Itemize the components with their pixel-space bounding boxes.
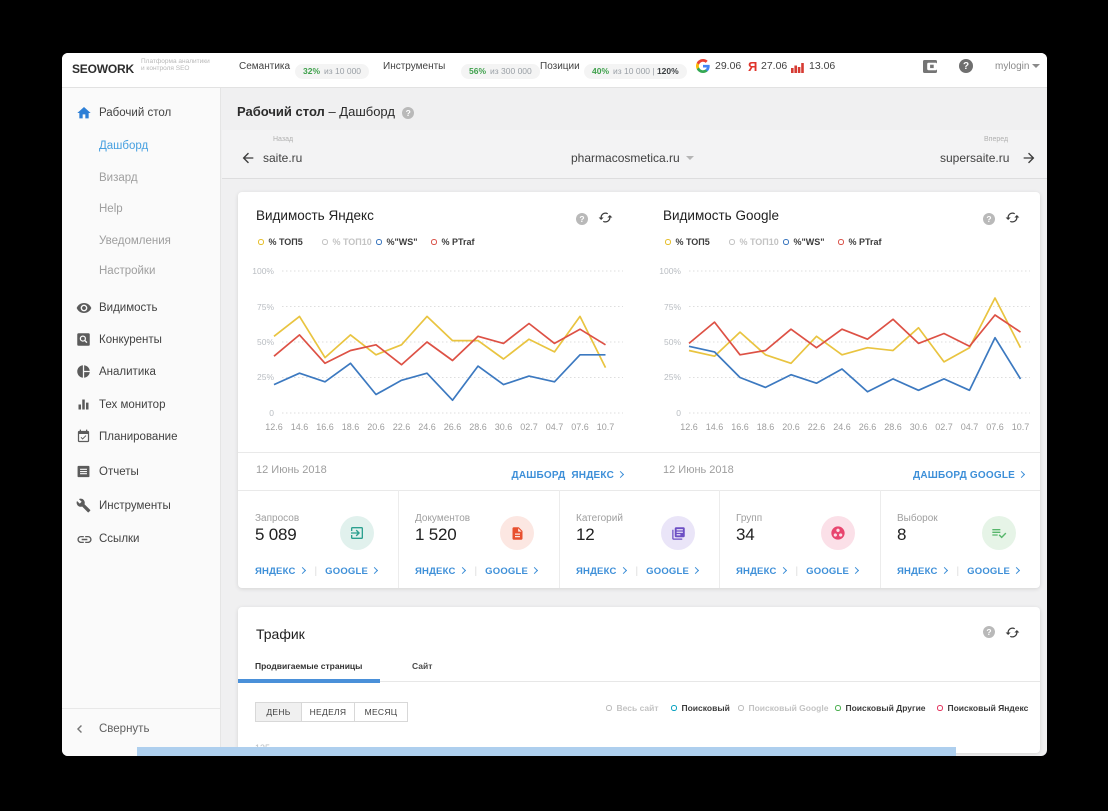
svg-text:0: 0 xyxy=(676,408,681,418)
svg-text:28.6: 28.6 xyxy=(469,422,487,432)
svg-text:75%: 75% xyxy=(257,302,274,312)
svg-text:07.6: 07.6 xyxy=(986,422,1004,432)
svg-text:0: 0 xyxy=(269,408,274,418)
svg-text:100%: 100% xyxy=(252,266,274,276)
svg-text:22.6: 22.6 xyxy=(393,422,411,432)
svg-text:20.6: 20.6 xyxy=(367,422,385,432)
svg-text:04.7: 04.7 xyxy=(546,422,564,432)
svg-text:24.6: 24.6 xyxy=(418,422,436,432)
svg-text:24.6: 24.6 xyxy=(833,422,851,432)
svg-text:30.6: 30.6 xyxy=(495,422,513,432)
svg-text:04.7: 04.7 xyxy=(961,422,979,432)
svg-text:16.6: 16.6 xyxy=(731,422,749,432)
svg-text:50%: 50% xyxy=(664,337,681,347)
svg-text:02.7: 02.7 xyxy=(935,422,953,432)
svg-text:14.6: 14.6 xyxy=(706,422,724,432)
svg-text:18.6: 18.6 xyxy=(342,422,360,432)
svg-text:75%: 75% xyxy=(664,302,681,312)
svg-text:12.6: 12.6 xyxy=(680,422,698,432)
svg-text:10.7: 10.7 xyxy=(597,422,615,432)
svg-text:02.7: 02.7 xyxy=(520,422,538,432)
svg-text:25%: 25% xyxy=(257,372,274,382)
svg-text:07.6: 07.6 xyxy=(571,422,589,432)
svg-text:26.6: 26.6 xyxy=(859,422,877,432)
svg-text:14.6: 14.6 xyxy=(291,422,309,432)
svg-text:28.6: 28.6 xyxy=(884,422,902,432)
svg-text:18.6: 18.6 xyxy=(757,422,775,432)
svg-text:100%: 100% xyxy=(659,266,681,276)
svg-text:20.6: 20.6 xyxy=(782,422,800,432)
svg-text:50%: 50% xyxy=(257,337,274,347)
svg-text:10.7: 10.7 xyxy=(1012,422,1030,432)
svg-text:30.6: 30.6 xyxy=(910,422,928,432)
svg-text:26.6: 26.6 xyxy=(444,422,462,432)
svg-text:12.6: 12.6 xyxy=(265,422,283,432)
svg-text:25%: 25% xyxy=(664,372,681,382)
svg-text:16.6: 16.6 xyxy=(316,422,334,432)
svg-text:22.6: 22.6 xyxy=(808,422,826,432)
